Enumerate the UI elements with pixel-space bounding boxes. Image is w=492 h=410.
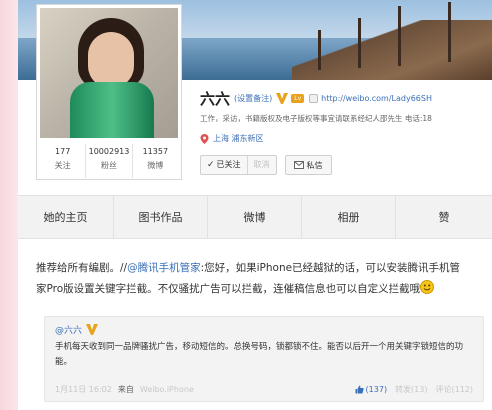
like-button[interactable]: (137) [355,384,388,395]
repost-footer: 1月11日 16:02 来自 Weibo.iPhone (137) 转发(13) 评… [55,384,473,395]
verified-v-icon [276,93,289,104]
tab-home[interactable]: 她的主页 [18,196,114,238]
post-content: 推荐给所有编剧。//@腾讯手机管家:您好，如果iPhone已经越狱的话，可以安装… [36,258,492,300]
like-count: (137) [365,385,388,394]
avatar-card: 177 关注 10002913 粉丝 11357 微博 [36,4,182,180]
post-text-mid: :您好，如果iPhone已经越狱的话，可以安装腾讯手机管 [200,262,461,274]
stat-weibo[interactable]: 11357 微博 [133,144,178,178]
cover-post [318,30,321,70]
profile-description: 工作，采访，书籍版权及电子版权等事宜请联系经纪人邵先生 电话:18 [200,114,432,123]
avatar-scarf [70,82,154,138]
followed-label: 已关注 [216,160,241,169]
stat-followers-label: 粉丝 [100,161,117,170]
cover-pier [292,20,492,80]
tab-album[interactable]: 相册 [302,196,396,238]
profile-url-link[interactable]: http://weibo.com/Lady66SH [321,94,432,103]
cover-post [448,2,451,62]
thumbs-up-icon [355,385,364,394]
verified-v-icon [86,324,99,335]
mail-icon [293,161,304,169]
repost-time-link[interactable]: 1月11日 16:02 [55,385,112,394]
stat-following[interactable]: 177 关注 [40,144,87,178]
profile-name: 六六 [200,90,231,108]
level-badge: Lv [291,94,305,103]
tab-books[interactable]: 图书作品 [114,196,208,238]
repost-header: @六六 [55,323,473,336]
follow-button-group: ✓ 已关注 取消 [200,155,277,175]
smiley-icon [420,280,435,294]
stats-bar: 177 关注 10002913 粉丝 11357 微博 [40,144,178,178]
post-text-start: 推荐给所有编剧。// [36,262,128,274]
repost-author-link[interactable]: @六六 [55,323,82,336]
stat-following-count: 177 [55,147,71,156]
cover-post [398,6,401,66]
tab-likes[interactable]: 赞 [396,196,492,238]
avatar-face [88,32,134,88]
repost-meta: 1月11日 16:02 来自 Weibo.iPhone [55,384,200,395]
repost-comment-link[interactable]: 评论(112) [435,384,473,395]
unfollow-button[interactable]: 取消 [246,156,276,174]
repost-source-link[interactable]: Weibo.iPhone [140,385,194,394]
profile-name-row: 六六 (设置备注) Lv http://weibo.com/Lady66SH [200,88,432,109]
profile-tabs: 她的主页 图书作品 微博 相册 赞 [18,195,492,239]
stat-followers[interactable]: 10002913 粉丝 [86,144,133,178]
repost-text: 手机每天收到同一品牌骚扰广告，移动短信的。总换号码，锁都锁不住。能否以后开一个用… [55,342,464,367]
avatar[interactable] [40,8,178,138]
tab-weibo[interactable]: 微博 [208,196,302,238]
profile-location: 上海 浦东新区 [200,133,264,144]
left-decorative-strip [0,0,18,410]
repost-actions: (137) 转发(13) 评论(112) [355,384,473,395]
link-icon [309,94,319,103]
location-text[interactable]: 上海 浦东新区 [213,133,264,144]
reposted-weibo: @六六 手机每天收到同一品牌骚扰广告，移动短信的。总换号码，锁都锁不住。能否以后… [44,316,484,402]
post-text-end: 家Pro版设置关键字拦截。不仅骚扰广告可以拦截，连催稿信息也可以自定义拦截哦 [36,283,421,295]
check-icon: ✓ [207,160,215,170]
stat-weibo-count: 11357 [142,147,169,156]
message-button[interactable]: 私信 [284,155,332,175]
follow-actions: ✓ 已关注 取消 私信 [200,155,332,175]
repost-from-label: 来自 [117,385,134,394]
repost-forward-link[interactable]: 转发(13) [395,384,427,395]
followed-button[interactable]: ✓ 已关注 [201,156,247,174]
stat-following-label: 关注 [54,161,71,170]
stat-weibo-label: 微博 [147,161,164,170]
stat-followers-count: 10002913 [88,147,130,156]
message-label: 私信 [306,160,323,170]
cover-post [358,18,361,68]
location-pin-icon [200,133,209,144]
set-remark-link[interactable]: (设置备注) [234,93,272,104]
post-mention-link[interactable]: @腾讯手机管家 [127,262,201,274]
